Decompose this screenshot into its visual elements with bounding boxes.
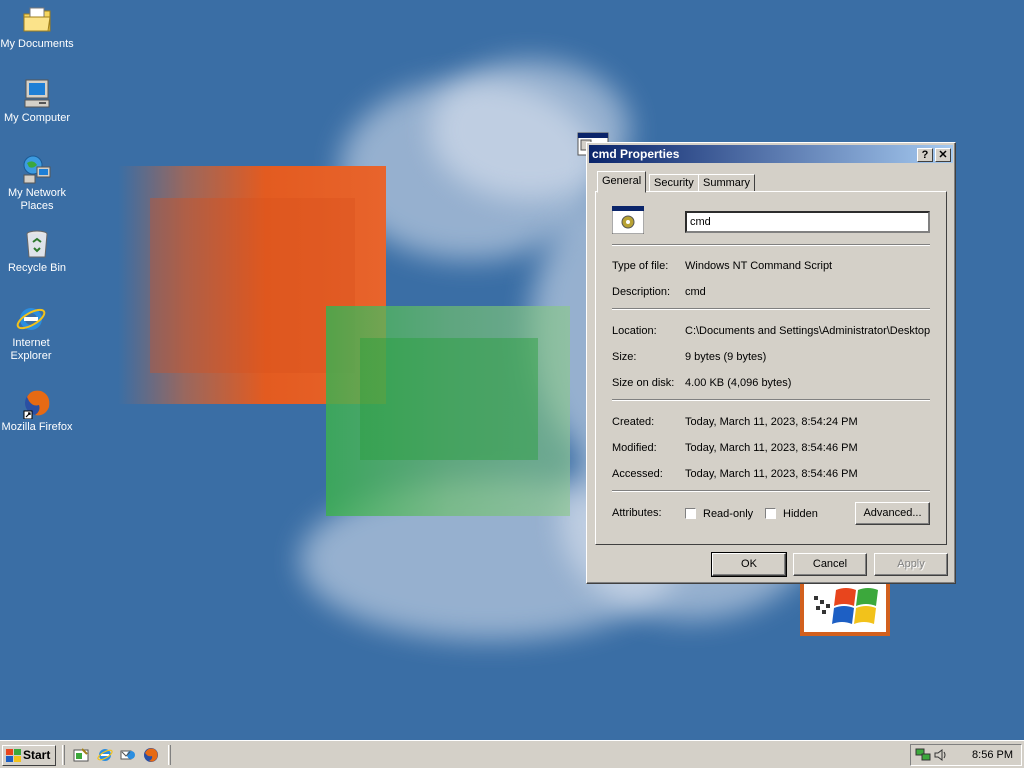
tab-general[interactable]: General [597, 171, 647, 193]
location-value: C:\Documents and Settings\Administrator\… [685, 325, 931, 337]
desktop-icon-label: My Network Places [7, 187, 67, 212]
separator [612, 308, 930, 310]
desktop-icon-my-documents[interactable]: My Documents [0, 4, 74, 51]
network-connection-icon[interactable] [915, 748, 931, 762]
volume-icon[interactable] [933, 748, 949, 762]
hidden-label[interactable]: Hidden [783, 508, 818, 520]
file-name-input[interactable]: cmd [685, 211, 930, 233]
properties-dialog: cmd Properties ? ✕ General Security Summ… [586, 142, 956, 584]
desktop-icon-my-network-places[interactable]: My Network Places [0, 153, 74, 213]
firefox-icon [23, 390, 50, 419]
desktop-icon-label: My Documents [0, 38, 74, 50]
size-value: 9 bytes (9 bytes) [685, 351, 767, 363]
cmd-file-icon [611, 205, 645, 235]
folder-documents-icon [23, 7, 51, 32]
outlook-express-icon[interactable] [120, 747, 136, 763]
created-value: Today, March 11, 2023, 8:54:24 PM [685, 416, 858, 428]
readonly-checkbox[interactable] [685, 508, 696, 519]
desktop-icon-label: My Computer [3, 112, 71, 124]
type-value: Windows NT Command Script [685, 260, 833, 272]
taskbar: Start 8:56 PM [0, 740, 1024, 768]
description-value: cmd [685, 286, 706, 298]
created-label: Created: [612, 416, 655, 428]
dialog-titlebar[interactable]: cmd Properties ? ✕ [589, 145, 953, 163]
start-label: Start [23, 748, 51, 762]
desktop-icon-label: Recycle Bin [7, 262, 67, 274]
wallpaper-green-inner [360, 338, 538, 460]
taskbar-grip[interactable] [168, 745, 171, 765]
type-label: Type of file: [612, 260, 669, 272]
separator [612, 490, 930, 492]
hidden-checkbox[interactable] [765, 508, 776, 519]
network-icon [23, 155, 51, 184]
system-tray: 8:56 PM [910, 744, 1022, 766]
desktop-icon-recycle-bin[interactable]: Recycle Bin [0, 228, 74, 275]
close-button[interactable]: ✕ [935, 148, 951, 162]
desktop-icon-mozilla-firefox[interactable]: Mozilla Firefox [0, 387, 74, 434]
size-on-disk-label: Size on disk: [612, 377, 675, 389]
separator [612, 399, 930, 401]
taskbar-grip[interactable] [62, 745, 65, 765]
recycle-bin-icon [26, 230, 48, 258]
desktop-icon-internet-explorer[interactable]: Internet Explorer [0, 303, 68, 363]
attributes-label: Attributes: [612, 507, 662, 519]
modified-label: Modified: [612, 442, 657, 454]
wallpaper-orange-inner [150, 198, 355, 373]
computer-icon [24, 79, 50, 108]
readonly-label[interactable]: Read-only [703, 508, 753, 520]
start-button[interactable]: Start [2, 745, 56, 766]
size-label: Size: [612, 351, 637, 363]
dialog-title: cmd Properties [592, 147, 680, 161]
advanced-button[interactable]: Advanced... [855, 502, 930, 525]
windows-flag-icon [6, 749, 21, 762]
windows-logo [800, 578, 890, 636]
show-desktop-icon[interactable] [73, 747, 89, 763]
desktop-icon-my-computer[interactable]: My Computer [0, 78, 74, 125]
modified-value: Today, March 11, 2023, 8:54:46 PM [685, 442, 858, 454]
cancel-button[interactable]: Cancel [793, 553, 867, 576]
firefox-icon[interactable] [143, 747, 159, 763]
desktop-icon-label: Mozilla Firefox [1, 421, 73, 433]
apply-button[interactable]: Apply [874, 553, 948, 576]
internet-explorer-icon[interactable] [97, 747, 113, 763]
clock[interactable]: 8:56 PM [972, 749, 1013, 761]
general-tab-panel: cmd Type of file: Windows NT Command Scr… [595, 191, 947, 545]
accessed-label: Accessed: [612, 468, 663, 480]
internet-explorer-icon [16, 308, 46, 330]
desktop-icon-label: Internet Explorer [10, 337, 52, 362]
separator [612, 244, 930, 246]
help-button[interactable]: ? [917, 148, 933, 162]
ok-button[interactable]: OK [711, 552, 787, 577]
location-label: Location: [612, 325, 657, 337]
description-label: Description: [612, 286, 671, 298]
accessed-value: Today, March 11, 2023, 8:54:46 PM [685, 468, 858, 480]
size-on-disk-value: 4.00 KB (4,096 bytes) [685, 377, 792, 389]
